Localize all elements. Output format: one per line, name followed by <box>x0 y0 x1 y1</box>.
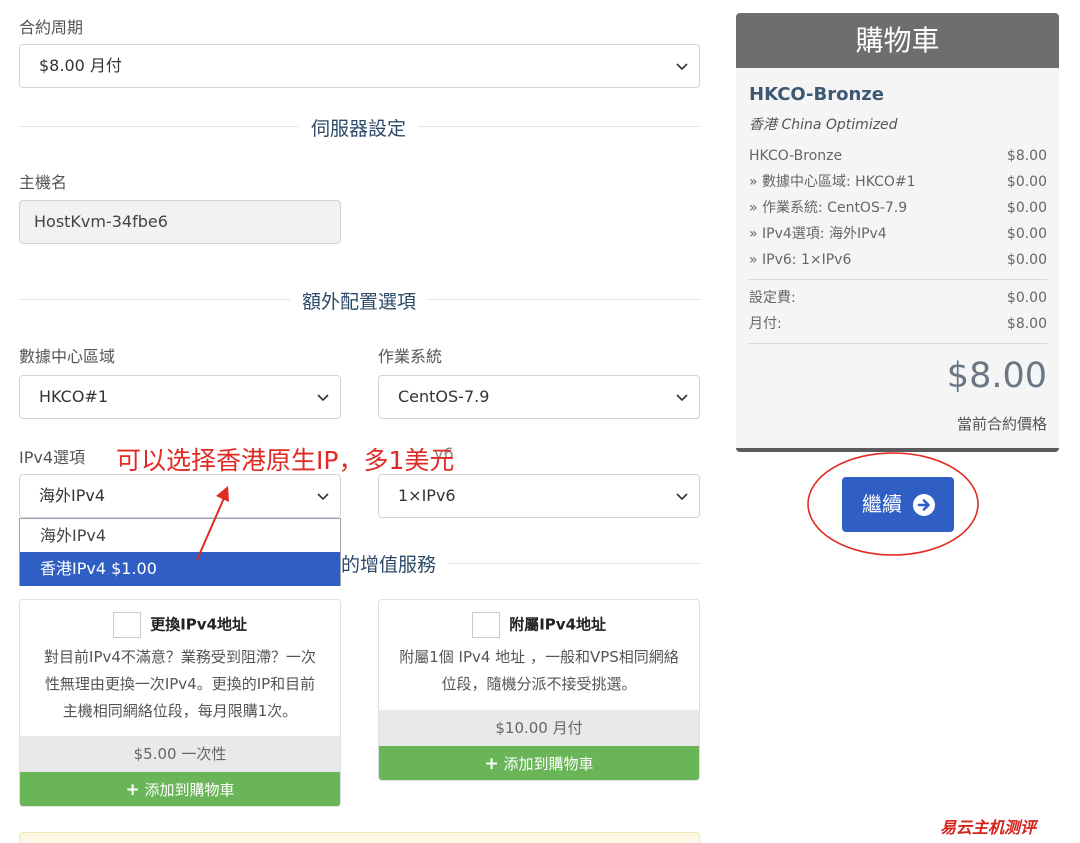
cart-line-label: » IPv4選項: 海外IPv4 <box>749 226 887 242</box>
addon-card-extra-ipv4: 附屬IPv4地址 附屬1個 IPv4 地址 ，一般和VPS相同網絡 位段，隨機分… <box>378 599 700 781</box>
cart-line: » 作業系統: CentOS-7.9 $0.00 <box>749 198 1047 218</box>
add-to-cart-label: 添加到購物車 <box>503 755 594 773</box>
ipv4-dropdown-menu: 海外IPv4 香港IPv4 $1.00 <box>19 518 341 586</box>
add-to-cart-button[interactable]: + 添加到購物車 <box>379 746 699 780</box>
chevron-down-icon <box>317 394 329 402</box>
cart-total-label: 月付: <box>749 316 782 332</box>
chevron-down-icon <box>676 63 688 71</box>
addon-desc-line: 性無理由更換一次IPv4。更換的IP和目前 <box>44 675 316 693</box>
cart-line-label: » 作業系統: CentOS-7.9 <box>749 200 908 216</box>
addon-title-text: 附屬IPv4地址 <box>509 615 607 634</box>
cart-line: » 數據中心區域: HKCO#1 $0.00 <box>749 172 1047 192</box>
cart-line: » IPv6: 1×IPv6 $0.00 <box>749 250 1047 270</box>
cart-line-value: $0.00 <box>1006 226 1047 242</box>
addon-checkbox[interactable] <box>112 612 141 638</box>
cart-product-subtitle: 香港 China Optimized <box>749 117 898 133</box>
chevron-down-icon <box>676 493 688 501</box>
hostname-input[interactable]: HostKvm-34fbe6 <box>19 200 341 244</box>
ipv6-value: 1×IPv6 <box>398 486 456 505</box>
addon-card-change-ipv4: 更換IPv4地址 對目前IPv4不滿意？業務受到阻滯？一次 性無理由更換一次IP… <box>19 599 341 807</box>
cart-total-value: $8.00 <box>1006 316 1047 332</box>
continue-label: 繼續 <box>862 492 902 516</box>
addon-price: $10.00 月付 <box>379 710 699 746</box>
addon-checkbox[interactable] <box>471 612 500 638</box>
continue-button[interactable]: 繼續 <box>842 477 954 532</box>
cart-line: HKCO-Bronze $8.00 <box>749 146 1047 166</box>
add-to-cart-label: 添加到購物車 <box>144 781 235 799</box>
addon-title-text: 更換IPv4地址 <box>150 615 248 634</box>
chevron-down-icon <box>676 394 688 402</box>
cart-total-caption: 當前合約價格 <box>956 415 1047 433</box>
cart-line-label: » IPv6: 1×IPv6 <box>749 252 852 268</box>
cart-total-label: 設定費: <box>749 290 796 306</box>
datacenter-select[interactable]: HKCO#1 <box>19 375 341 419</box>
cart-divider <box>748 343 1047 344</box>
ipv4-option-hongkong[interactable]: 香港IPv4 $1.00 <box>20 552 340 586</box>
plus-icon: + <box>484 754 499 774</box>
watermark: 易云主机测评 <box>940 818 1037 837</box>
notice-box <box>19 832 700 843</box>
shopping-cart-panel: 購物車 HKCO-Bronze 香港 China Optimized HKCO-… <box>736 13 1059 452</box>
ipv4-option-overseas[interactable]: 海外IPv4 <box>20 519 340 552</box>
extra-options-title: 額外配置選項 <box>290 287 429 314</box>
cart-line-value: $0.00 <box>1006 200 1047 216</box>
plus-icon: + <box>125 780 140 800</box>
ipv6-select[interactable]: 1×IPv6 <box>378 474 700 518</box>
ipv4-label: IPv4選項 <box>19 448 86 467</box>
annotation-text: 可以选择香港原生IP，多1美元 <box>116 446 455 475</box>
cart-total-price: $8.00 <box>946 356 1047 396</box>
server-settings-title: 伺服器設定 <box>299 114 419 141</box>
addons-title: 的增值服務 <box>341 550 449 577</box>
cart-title: 購物車 <box>736 13 1059 68</box>
arrow-right-circle-icon <box>913 494 935 516</box>
addon-description: 附屬1個 IPv4 地址 ，一般和VPS相同網絡 位段，隨機分派不接受挑選。 <box>393 644 685 698</box>
cart-line-value: $0.00 <box>1006 174 1047 190</box>
cart-setup-fee: 設定費: $0.00 <box>749 288 1047 308</box>
chevron-down-icon <box>317 493 329 501</box>
cart-line: » IPv4選項: 海外IPv4 $0.00 <box>749 224 1047 244</box>
addon-title: 附屬IPv4地址 <box>379 612 699 638</box>
ipv4-value: 海外IPv4 <box>39 486 106 505</box>
cart-product-name: HKCO-Bronze <box>749 84 884 105</box>
addon-price: $5.00 一次性 <box>20 736 340 772</box>
billing-cycle-label: 合約周期 <box>19 18 84 37</box>
os-value: CentOS-7.9 <box>398 387 490 406</box>
cart-monthly: 月付: $8.00 <box>749 314 1047 334</box>
datacenter-value: HKCO#1 <box>39 387 108 406</box>
cart-divider <box>748 279 1047 280</box>
billing-cycle-value: $8.00 月付 <box>39 56 122 75</box>
addon-desc-line: 附屬1個 IPv4 地址 ，一般和VPS相同網絡 <box>399 648 679 666</box>
cart-line-label: » 數據中心區域: HKCO#1 <box>749 174 916 190</box>
addon-description: 對目前IPv4不滿意？業務受到阻滯？一次 性無理由更換一次IPv4。更換的IP和… <box>34 644 326 725</box>
ipv4-select[interactable]: 海外IPv4 <box>19 474 341 518</box>
add-to-cart-button[interactable]: + 添加到購物車 <box>20 772 340 806</box>
cart-line-value: $0.00 <box>1006 252 1047 268</box>
hostname-label: 主機名 <box>19 173 68 192</box>
addon-title: 更換IPv4地址 <box>20 612 340 638</box>
os-label: 作業系統 <box>378 347 443 366</box>
os-select[interactable]: CentOS-7.9 <box>378 375 700 419</box>
cart-line-label: HKCO-Bronze <box>749 148 843 164</box>
datacenter-label: 數據中心區域 <box>19 347 116 366</box>
addon-desc-line: 對目前IPv4不滿意？業務受到阻滯？一次 <box>44 648 316 666</box>
cart-line-value: $8.00 <box>1006 148 1047 164</box>
addon-desc-line: 主機相同網絡位段，每月限購1次。 <box>62 702 298 720</box>
hostname-value: HostKvm-34fbe6 <box>34 212 168 231</box>
billing-cycle-select[interactable]: $8.00 月付 <box>19 44 700 88</box>
addon-desc-line: 位段，隨機分派不接受挑選。 <box>441 675 637 693</box>
cart-total-value: $0.00 <box>1006 290 1047 306</box>
